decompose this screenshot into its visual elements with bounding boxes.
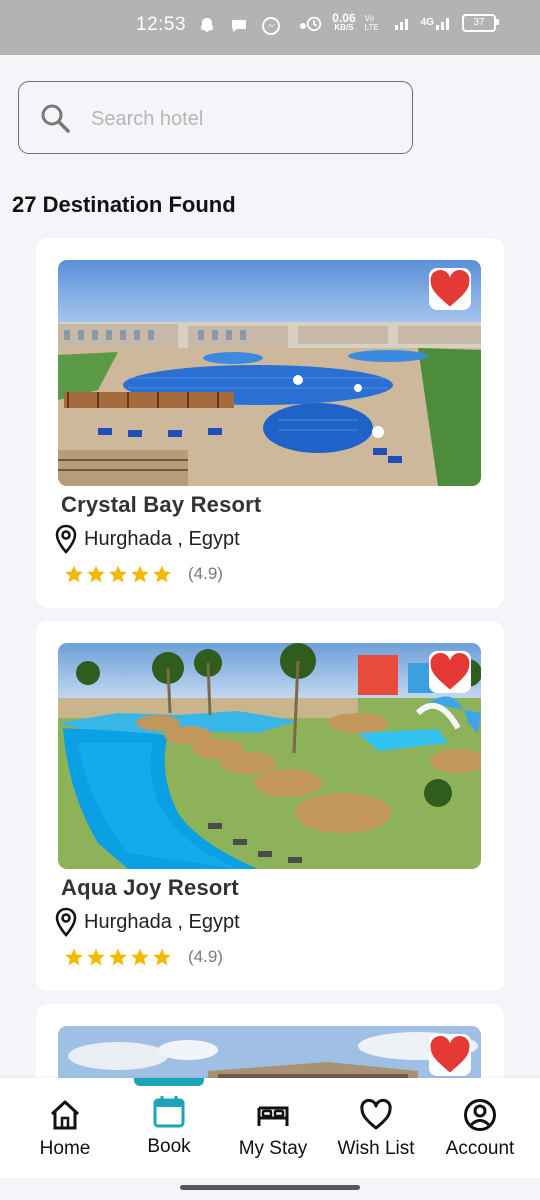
speed-unit: KB/S (334, 23, 354, 32)
status-time: 12:53 (136, 14, 187, 35)
snapchat-icon (200, 18, 214, 32)
calendar-icon (153, 1096, 185, 1128)
location-text: Hurghada , Egypt (84, 527, 240, 550)
heart-filled-icon (430, 652, 470, 690)
messenger-icon (262, 17, 280, 35)
active-tab-indicator (134, 1078, 204, 1086)
signal-icon-2 (436, 18, 449, 30)
favorite-button[interactable] (429, 651, 471, 693)
hotel-card[interactable]: Aqua Joy Resort Hurghada , Egypt (4.9) (36, 621, 504, 991)
bottom-navigation: Home Book My Stay Wish List Account (0, 1078, 540, 1178)
volte-label: Vo LTE (364, 14, 379, 32)
nav-label: Book (147, 1136, 191, 1157)
alarm-icon (307, 16, 322, 32)
rating-value: (4.9) (188, 564, 223, 583)
home-indicator[interactable] (180, 1185, 360, 1190)
network-speed: 0.06 KB/S (332, 11, 356, 33)
nav-home[interactable]: Home (11, 1078, 119, 1178)
notification-icons (196, 16, 308, 36)
speed-value: 0.06 (332, 11, 356, 25)
nav-account[interactable]: Account (426, 1078, 534, 1178)
heart-filled-icon (430, 269, 470, 307)
rating-value: (4.9) (188, 947, 223, 966)
star-icon (87, 948, 105, 966)
results-count: 27 Destination Found (12, 192, 236, 217)
star-icon (65, 565, 83, 583)
hotel-image (58, 643, 481, 869)
status-bar: 12:53 0.06 KB/S Vo LTE 4G 37 (0, 0, 540, 55)
star-icon (65, 948, 83, 966)
nav-label: My Stay (238, 1138, 308, 1159)
star-rating (64, 564, 172, 584)
chat-bubble-icon (232, 20, 246, 32)
nav-label: Account (445, 1138, 515, 1159)
hotel-name[interactable]: Crystal Bay Resort (61, 492, 261, 518)
status-right: 0.06 KB/S Vo LTE 4G 37 (305, 11, 499, 33)
hotel-photo[interactable] (58, 260, 481, 486)
star-icon (153, 565, 171, 583)
star-icon (131, 565, 149, 583)
favorite-button[interactable] (429, 268, 471, 310)
signal-icon (394, 19, 408, 30)
nav-my-stay[interactable]: My Stay (219, 1078, 327, 1178)
hotel-location: Hurghada , Egypt (54, 524, 240, 554)
star-icon (153, 948, 171, 966)
hotel-card[interactable]: Crystal Bay Resort Hurghada , Egypt (4.9… (36, 238, 504, 608)
hotel-photo[interactable] (58, 643, 481, 869)
hotel-image (58, 260, 481, 486)
favorite-button[interactable] (429, 1034, 471, 1076)
star-icon (87, 565, 105, 583)
nav-book[interactable]: Book (115, 1078, 223, 1178)
hotel-location: Hurghada , Egypt (54, 907, 240, 937)
search-icon (41, 104, 70, 133)
location-text: Hurghada , Egypt (84, 910, 240, 933)
star-rating (64, 947, 172, 967)
heart-icon (360, 1098, 392, 1130)
search-box[interactable] (18, 81, 413, 154)
bed-icon (257, 1106, 289, 1126)
home-icon (50, 1100, 80, 1130)
search-input[interactable] (89, 100, 393, 138)
nav-label: Wish List (337, 1138, 415, 1159)
hotel-name[interactable]: Aqua Joy Resort (61, 875, 239, 901)
location-pin-icon (55, 524, 77, 554)
hotel-rating: (4.9) (64, 947, 223, 967)
account-icon (464, 1099, 496, 1131)
star-icon (131, 948, 149, 966)
location-pin-icon (55, 907, 77, 937)
star-icon (109, 565, 127, 583)
nav-label: Home (39, 1138, 91, 1159)
hotel-rating: (4.9) (64, 564, 223, 584)
star-icon (109, 948, 127, 966)
battery-icon: 37 (462, 14, 499, 32)
nav-wish-list[interactable]: Wish List (322, 1078, 430, 1178)
network-type: 4G (420, 17, 434, 28)
